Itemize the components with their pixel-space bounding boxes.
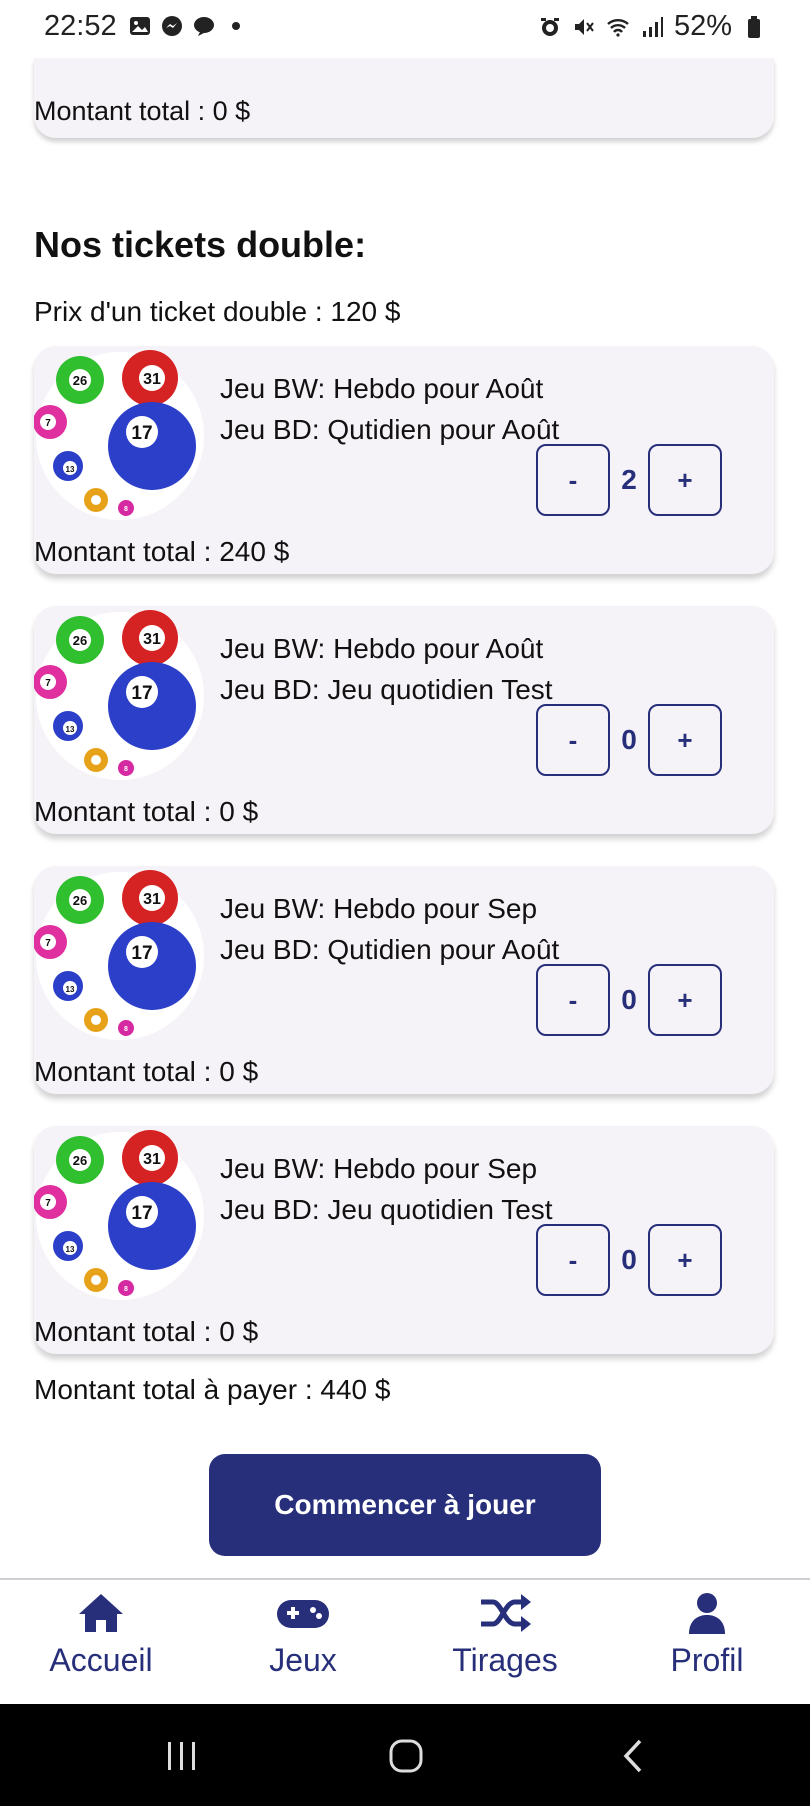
start-playing-button[interactable]: Commencer à jouer [209, 1454, 601, 1556]
increment-button[interactable]: + [648, 964, 722, 1036]
section-title: Nos tickets double: [34, 224, 367, 265]
ticket-game-bw: Jeu BW: Hebdo pour Août [220, 373, 544, 404]
home-button-icon[interactable] [388, 1738, 424, 1774]
decrement-button[interactable]: - [536, 704, 610, 776]
quantity-value: 0 [621, 984, 637, 1015]
messenger-icon [162, 16, 182, 36]
ticket-game-bd: Jeu BD: Jeu quotidien Test [220, 1194, 553, 1225]
ticket-total: Montant total : 0 $ [34, 796, 259, 827]
increment-button[interactable]: + [648, 704, 722, 776]
quantity-value: 0 [621, 1244, 637, 1275]
bottom-navigation: Accueil Jeux Tirages Profil [0, 1578, 810, 1706]
lottery-balls-image [34, 350, 204, 520]
quantity-stepper: - 0 + [536, 964, 722, 1036]
nav-item-tirages[interactable]: Tirages [404, 1592, 606, 1679]
ticket-card: Jeu BW: Hebdo pour Août Jeu BD: Jeu quot… [34, 606, 774, 834]
dot-icon [232, 22, 240, 30]
wifi-icon [607, 18, 629, 37]
alarm-icon [540, 17, 559, 36]
ticket-total: Montant total : 0 $ [34, 1056, 259, 1087]
grand-total: Montant total à payer : 440 $ [34, 1374, 391, 1405]
quantity-stepper: - 2 + [536, 444, 722, 516]
quantity-value: 2 [621, 464, 637, 495]
ticket-game-bw: Jeu BW: Hebdo pour Sep [220, 1153, 538, 1184]
decrement-button[interactable]: - [536, 444, 610, 516]
quantity-stepper: - 0 + [536, 1224, 722, 1296]
nav-item-accueil[interactable]: Accueil [0, 1592, 202, 1679]
decrement-button[interactable]: - [536, 964, 610, 1036]
home-icon [79, 1594, 123, 1632]
lottery-balls-image [34, 1130, 204, 1300]
ticket-game-bd: Jeu BD: Qutidien pour Août [220, 414, 560, 445]
ticket-total: Montant total : 0 $ [34, 1316, 259, 1347]
lottery-balls-image [34, 610, 204, 780]
nav-item-jeux[interactable]: Jeux [202, 1592, 404, 1679]
gamepad-icon [277, 1600, 329, 1628]
ticket-game-bw: Jeu BW: Hebdo pour Sep [220, 893, 538, 924]
recent-apps-icon[interactable] [164, 1740, 200, 1772]
nav-label-jeux: Jeux [269, 1642, 337, 1678]
system-navigation-bar [0, 1704, 810, 1806]
signal-icon [642, 16, 663, 37]
chat-icon [194, 17, 214, 36]
nav-label-tirages: Tirages [452, 1642, 558, 1678]
decrement-button[interactable]: - [536, 1224, 610, 1296]
ticket-card: Jeu BW: Hebdo pour Sep Jeu BD: Qutidien … [34, 866, 774, 1094]
battery-percent: 52% [673, 10, 732, 42]
quantity-stepper: - 0 + [536, 704, 722, 776]
nav-label-profil: Profil [670, 1642, 744, 1678]
nav-label-accueil: Accueil [49, 1642, 153, 1678]
back-icon[interactable] [620, 1738, 648, 1774]
status-bar: 22:52 52% [0, 0, 810, 58]
partial-ticket-total: Montant total : 0 $ [34, 96, 251, 126]
ticket-game-bd: Jeu BD: Jeu quotidien Test [220, 674, 553, 705]
quantity-value: 0 [621, 724, 637, 755]
lottery-balls-image [34, 870, 204, 1040]
increment-button[interactable]: + [648, 444, 722, 516]
ticket-price: Prix d'un ticket double : 120 $ [34, 296, 401, 327]
ticket-total: Montant total : 240 $ [34, 536, 290, 567]
ticket-game-bd: Jeu BD: Qutidien pour Août [220, 934, 560, 965]
battery-icon [748, 15, 760, 38]
shuffle-icon [481, 1594, 531, 1632]
user-icon [689, 1593, 725, 1634]
gallery-icon [130, 17, 150, 35]
notification-icons [128, 14, 248, 38]
mute-icon [574, 18, 594, 35]
ticket-card: Jeu BW: Hebdo pour Août Jeu BD: Qutidien… [34, 346, 774, 574]
partial-ticket-card: Montant total : 0 $ [34, 58, 774, 138]
status-time: 22:52 [44, 10, 117, 42]
nav-item-profil[interactable]: Profil [606, 1592, 808, 1679]
ticket-card: Jeu BW: Hebdo pour Sep Jeu BD: Jeu quoti… [34, 1126, 774, 1354]
ticket-game-bw: Jeu BW: Hebdo pour Août [220, 633, 544, 664]
system-status: 52% [538, 10, 766, 43]
increment-button[interactable]: + [648, 1224, 722, 1296]
